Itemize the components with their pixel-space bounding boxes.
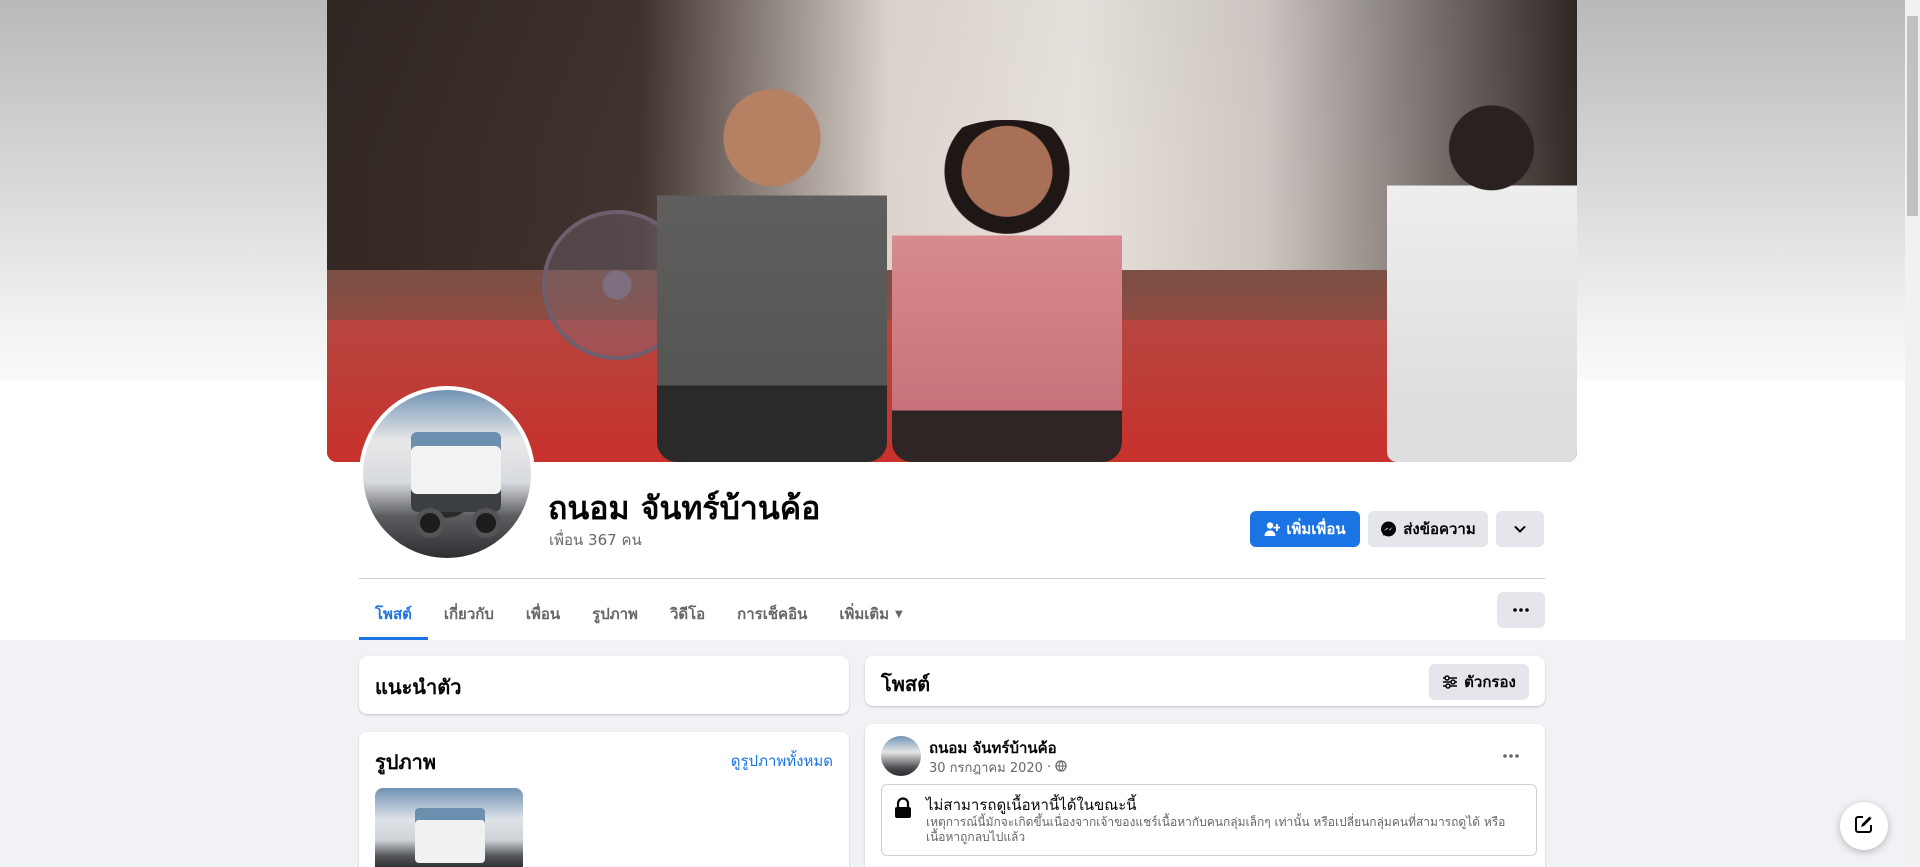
avatar-wheel xyxy=(415,508,445,538)
cover-photo[interactable] xyxy=(327,0,1577,462)
message-button[interactable]: ส่งข้อความ xyxy=(1368,511,1488,547)
profile-avatar[interactable] xyxy=(359,386,535,562)
intro-title: แนะนำตัว xyxy=(375,675,462,699)
scrollbar-thumb[interactable] xyxy=(1907,16,1918,216)
caret-down-icon: ▼ xyxy=(895,608,903,620)
tab-label: รูปภาพ xyxy=(592,605,638,623)
tab-photos[interactable]: รูปภาพ xyxy=(576,588,654,640)
notice-title: ไม่สามารถดูเนื้อหานี้ได้ในขณะนี้ xyxy=(926,796,1137,814)
filter-label: ตัวกรอง xyxy=(1464,673,1516,691)
tab-label: วิดีโอ xyxy=(669,605,706,623)
intro-card: แนะนำตัว xyxy=(359,656,849,714)
tab-more[interactable]: เพิ่มเติม ▼ xyxy=(823,588,918,640)
tab-label: โพสต์ xyxy=(375,605,412,623)
globe-icon xyxy=(1055,759,1067,776)
tab-friends[interactable]: เพื่อน xyxy=(510,588,576,640)
cover-person xyxy=(657,85,887,462)
posts-title: โพสต์ xyxy=(881,672,931,696)
header-divider xyxy=(359,578,1545,579)
posts-header-card: โพสต์ ตัวกรอง xyxy=(865,656,1545,706)
tab-checkins[interactable]: การเช็คอิน xyxy=(721,588,823,640)
avatar-wheel xyxy=(471,508,501,538)
photos-title[interactable]: รูปภาพ xyxy=(375,746,436,778)
filter-icon xyxy=(1442,675,1458,689)
post-meta: 30 กรกฎาคม 2020 · xyxy=(929,757,1067,778)
post-author-avatar[interactable] xyxy=(881,736,921,776)
tab-label: การเช็คอิน xyxy=(737,605,808,623)
post-options-button[interactable] xyxy=(1493,734,1529,770)
messenger-icon xyxy=(1380,521,1397,538)
cover-person xyxy=(892,120,1122,462)
profile-options-button[interactable] xyxy=(1497,592,1545,628)
meta-separator: · xyxy=(1046,760,1052,775)
filter-button[interactable]: ตัวกรอง xyxy=(1429,664,1529,700)
photos-card: รูปภาพ ดูรูปภาพทั้งหมด xyxy=(359,732,849,867)
cover-person xyxy=(1387,105,1577,462)
avatar-truck xyxy=(411,432,501,512)
see-all-photos-link[interactable]: ดูรูปภาพทั้งหมด xyxy=(731,749,833,773)
tab-label: เกี่ยวกับ xyxy=(443,605,494,623)
content-unavailable-notice: ไม่สามารถดูเนื้อหานี้ได้ในขณะนี้ เหตุการ… xyxy=(881,784,1537,856)
compose-icon xyxy=(1854,814,1874,838)
lock-icon xyxy=(894,797,912,823)
add-friend-label: เพิ่มเพื่อน xyxy=(1286,520,1346,538)
tab-posts[interactable]: โพสต์ xyxy=(359,588,428,640)
tab-videos[interactable]: วิดีโอ xyxy=(654,588,721,640)
message-label: ส่งข้อความ xyxy=(1403,520,1476,538)
add-friend-button[interactable]: เพิ่มเพื่อน xyxy=(1250,511,1360,547)
tab-label: เพิ่มเติม xyxy=(839,605,890,623)
page-scrollbar[interactable] xyxy=(1905,0,1920,867)
post-date[interactable]: 30 กรกฎาคม 2020 xyxy=(929,757,1043,778)
profile-tabs: โพสต์ เกี่ยวกับ เพื่อน รูปภาพ วิดีโอ การ… xyxy=(359,588,919,640)
thumbnail-truck xyxy=(415,808,485,863)
tab-label: เพื่อน xyxy=(525,605,561,623)
chevron-down-icon xyxy=(1513,522,1527,536)
add-friend-icon xyxy=(1264,521,1281,537)
more-actions-button[interactable] xyxy=(1496,511,1544,547)
more-dots-icon xyxy=(1503,743,1519,762)
tab-about[interactable]: เกี่ยวกับ xyxy=(428,588,510,640)
post-card: ถนอม จันทร์บ้านค้อ 30 กรกฎาคม 2020 · ไม่… xyxy=(865,724,1545,867)
new-message-button[interactable] xyxy=(1840,802,1888,850)
notice-body: เหตุการณ์นี้มักจะเกิดขึ้นเนื่องจากเจ้าขอ… xyxy=(926,815,1506,844)
friends-count[interactable]: เพื่อน 367 คน xyxy=(549,528,642,552)
profile-name: ถนอม จันทร์บ้านค้อ xyxy=(548,489,821,527)
photo-thumbnail[interactable] xyxy=(375,788,523,867)
more-dots-icon xyxy=(1513,608,1529,612)
